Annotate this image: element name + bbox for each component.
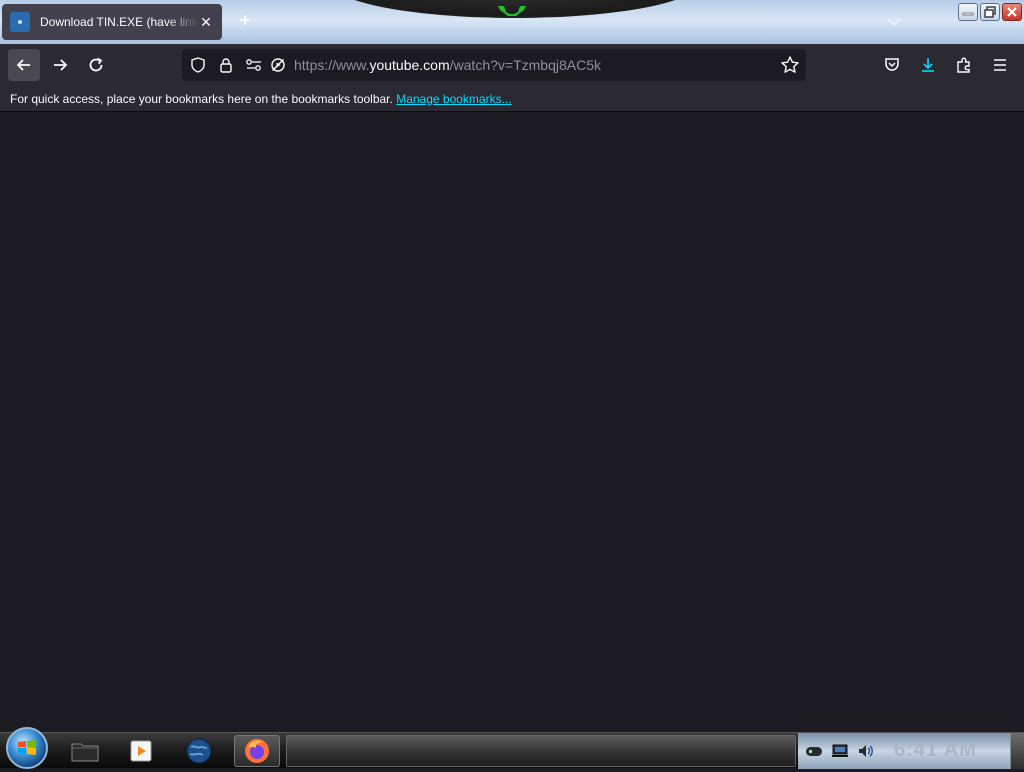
media-player-icon <box>130 740 152 762</box>
tab-active[interactable]: Download TIN.EXE (have link in descripti… <box>2 4 222 40</box>
close-icon <box>1007 7 1017 17</box>
tracking-protection-shield-icon[interactable] <box>184 49 212 81</box>
globe-icon <box>186 738 212 764</box>
address-bar[interactable]: https://www.youtube.com/watch?v=Tzmbqj8A… <box>182 49 806 81</box>
bookmarks-toolbar: For quick access, place your bookmarks h… <box>0 86 1024 112</box>
tab-favicon-icon <box>10 12 30 32</box>
url-host: youtube.com <box>369 57 450 73</box>
bookmarks-toolbar-message: For quick access, place your bookmarks h… <box>10 92 393 106</box>
manage-bookmarks-link[interactable]: Manage bookmarks... <box>396 92 511 106</box>
show-desktop-button[interactable] <box>1010 733 1024 769</box>
minimize-button[interactable] <box>958 3 978 21</box>
taskbar-browser-globe-button[interactable] <box>176 735 222 767</box>
back-button[interactable] <box>8 49 40 81</box>
pocket-icon <box>885 58 899 71</box>
autoplay-blocked-icon[interactable] <box>268 49 288 81</box>
tray-volume-icon[interactable] <box>856 741 876 761</box>
pocket-button[interactable] <box>880 53 904 77</box>
url-scheme: https://www. <box>294 57 370 73</box>
folder-icon <box>71 743 99 762</box>
lock-icon[interactable] <box>212 49 240 81</box>
list-all-tabs-icon[interactable] <box>884 12 904 32</box>
bookmark-star-icon[interactable] <box>780 55 800 75</box>
restore-button[interactable] <box>980 3 1000 21</box>
system-tray: 6:41 AM <box>798 733 1010 769</box>
tray-gamepad-icon[interactable] <box>804 741 824 761</box>
taskbar-firefox-button[interactable] <box>234 735 280 767</box>
taskbar-explorer-button[interactable] <box>62 735 108 767</box>
tab-close-button[interactable]: ✕ <box>198 14 214 31</box>
tray-network-icon[interactable] <box>830 741 850 761</box>
reload-button[interactable] <box>80 49 112 81</box>
taskbar-media-player-button[interactable] <box>118 735 164 767</box>
windows-logo-icon <box>18 740 36 755</box>
taskbar-clock[interactable]: 6:41 AM <box>894 739 977 762</box>
forward-button[interactable] <box>44 49 76 81</box>
hamburger-menu-icon <box>994 59 1006 71</box>
taskbar-empty-area[interactable] <box>286 735 796 767</box>
url-path: /watch?v=Tzmbqj8AC5k <box>449 57 601 73</box>
permissions-icon[interactable] <box>240 49 268 81</box>
new-tab-button[interactable]: + <box>234 10 256 32</box>
extensions-button[interactable] <box>952 53 976 77</box>
start-button[interactable] <box>6 727 48 769</box>
restore-icon <box>984 6 996 18</box>
page-content[interactable] <box>0 113 1024 732</box>
app-menu-button[interactable] <box>988 53 1012 77</box>
window-controls <box>958 3 1022 21</box>
forward-arrow-icon <box>54 59 68 71</box>
minimize-icon <box>962 12 974 16</box>
puzzle-piece-icon <box>957 57 970 73</box>
back-arrow-icon <box>16 59 30 71</box>
downloads-button[interactable] <box>916 53 940 77</box>
url-text[interactable]: https://www.youtube.com/watch?v=Tzmbqj8A… <box>294 57 601 73</box>
tab-title: Download TIN.EXE (have link in descripti… <box>40 15 198 29</box>
reload-icon <box>89 57 103 72</box>
green-indicator-icon <box>498 6 526 16</box>
title-bar: Download TIN.EXE (have link in descripti… <box>0 0 1024 44</box>
firefox-icon <box>245 739 269 763</box>
close-window-button[interactable] <box>1002 3 1022 21</box>
taskbar: 6:41 AM <box>0 727 1024 769</box>
download-icon <box>922 58 934 72</box>
